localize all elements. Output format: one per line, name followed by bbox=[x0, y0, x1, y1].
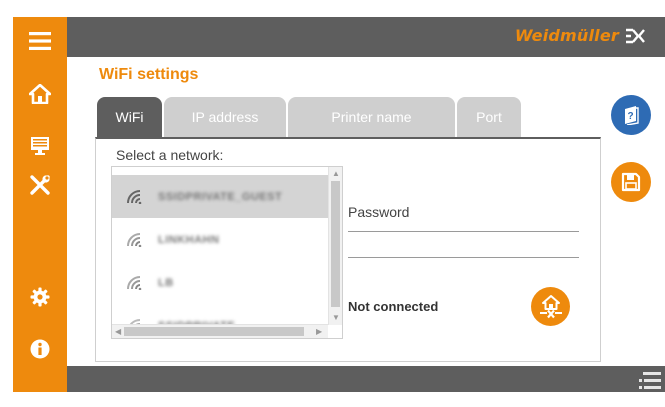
settings-button[interactable] bbox=[13, 275, 67, 319]
wifi-icon bbox=[127, 275, 142, 290]
weidmuller-logo-icon bbox=[626, 28, 645, 43]
info-icon bbox=[30, 339, 50, 359]
connect-button[interactable] bbox=[531, 287, 570, 326]
home-button[interactable] bbox=[13, 72, 67, 116]
save-icon bbox=[621, 172, 641, 192]
app-window: Weidmüller WiFi settings WiFi IP address… bbox=[0, 0, 665, 407]
password-divider bbox=[348, 231, 579, 232]
scroll-left-arrow-icon[interactable]: ◀ bbox=[115, 327, 121, 337]
password-input[interactable] bbox=[348, 233, 579, 256]
sidebar bbox=[13, 17, 67, 392]
select-network-label: Select a network: bbox=[116, 147, 224, 163]
page-title: WiFi settings bbox=[99, 66, 199, 83]
home-icon bbox=[29, 84, 51, 104]
menu-icon bbox=[29, 32, 51, 50]
password-label: Password bbox=[348, 204, 410, 220]
network-name: SSIDPRIVATE_GUEST bbox=[158, 190, 283, 203]
vertical-scrollbar[interactable]: ▲ ▼ bbox=[328, 167, 342, 325]
password-underline bbox=[348, 257, 579, 258]
network-item[interactable]: LINKHAHN bbox=[112, 218, 328, 261]
monitor-icon bbox=[31, 137, 49, 155]
vertical-scroll-thumb[interactable] bbox=[331, 181, 340, 307]
bottom-bar bbox=[67, 366, 665, 392]
network-name: LINKHAHN bbox=[158, 233, 220, 246]
scroll-right-arrow-icon[interactable]: ▶ bbox=[316, 327, 322, 337]
tools-button[interactable] bbox=[13, 163, 67, 207]
list-icon bbox=[639, 372, 661, 389]
network-item[interactable]: SSIDPRIVATE_GUEST bbox=[112, 175, 328, 218]
tools-icon bbox=[30, 175, 50, 195]
info-button[interactable] bbox=[13, 327, 67, 371]
monitor-button[interactable] bbox=[13, 124, 67, 168]
help-button[interactable]: ? bbox=[611, 95, 651, 135]
connection-status: Not connected bbox=[348, 299, 439, 314]
network-item[interactable]: LB bbox=[112, 261, 328, 304]
brand-logo: Weidmüller bbox=[515, 26, 645, 45]
gear-icon bbox=[30, 287, 50, 307]
help-book-icon: ? bbox=[625, 106, 639, 125]
menu-button[interactable] bbox=[13, 19, 67, 63]
network-list[interactable]: SSIDPRIVATE_GUEST LINKHAHN LB ▲ ▼ ◀ ▶ bbox=[111, 166, 343, 339]
svg-text:?: ? bbox=[627, 111, 633, 122]
tab-port[interactable]: Port bbox=[457, 97, 521, 137]
scroll-up-arrow-icon[interactable]: ▲ bbox=[332, 169, 340, 179]
network-connect-icon bbox=[539, 294, 562, 318]
tab-wifi[interactable]: WiFi bbox=[97, 97, 162, 137]
brand-name: Weidmüller bbox=[514, 26, 619, 45]
network-name: LB bbox=[158, 276, 174, 289]
horizontal-scrollbar[interactable]: ◀ ▶ bbox=[112, 324, 328, 338]
wifi-icon bbox=[127, 189, 142, 204]
tab-bar: WiFi IP address Printer name Port bbox=[97, 97, 523, 137]
wifi-icon bbox=[127, 232, 142, 247]
scroll-down-arrow-icon[interactable]: ▼ bbox=[332, 313, 340, 323]
save-button[interactable] bbox=[611, 162, 651, 202]
tab-ip-address[interactable]: IP address bbox=[164, 97, 286, 137]
list-view-button[interactable] bbox=[639, 372, 661, 395]
horizontal-scroll-thumb[interactable] bbox=[124, 327, 304, 336]
tab-printer-name[interactable]: Printer name bbox=[288, 97, 455, 137]
top-bar: Weidmüller bbox=[67, 17, 665, 57]
